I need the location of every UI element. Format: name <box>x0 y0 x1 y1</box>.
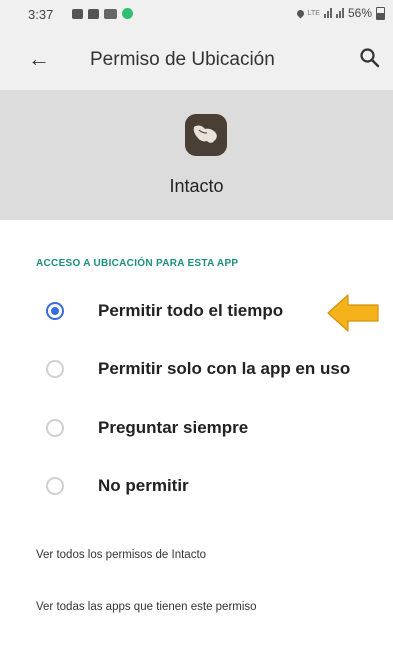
radio-dot <box>51 307 59 315</box>
option-label: No permitir <box>98 476 189 495</box>
status-indicators: LTE 56% <box>295 6 385 20</box>
status-bar: 3:37 LTE 56% <box>0 0 393 28</box>
signal-icon <box>323 8 332 18</box>
page-title: Permiso de Ubicación <box>90 49 275 70</box>
location-icon <box>295 8 306 18</box>
search-icon <box>360 48 380 68</box>
view-all-apps-link[interactable]: Ver todas las apps que tienen este permi… <box>36 600 286 615</box>
option-label: Preguntar siempre <box>98 418 249 437</box>
radio-unselected[interactable] <box>46 477 64 495</box>
gallery-icon <box>72 8 83 19</box>
radio-selected[interactable] <box>46 302 64 320</box>
search-button[interactable] <box>357 45 383 71</box>
chat-icon <box>88 8 99 19</box>
view-all-permissions-link[interactable]: Ver todos los permisos de Intacto <box>36 548 206 563</box>
radio-unselected[interactable] <box>46 419 64 437</box>
map-icon <box>185 114 227 156</box>
battery-icon <box>376 6 385 20</box>
option-label: Permitir solo con la app en uso <box>98 359 351 378</box>
notification-icons <box>72 8 133 19</box>
arrow-back-icon: ← <box>28 46 50 71</box>
app-header: Intacto <box>0 90 393 220</box>
status-time: 3:37 <box>28 7 54 22</box>
section-label: ACCESO A UBICACIÓN PARA ESTA APP <box>36 258 239 269</box>
mail-icon <box>104 8 117 19</box>
app-name: Intacto <box>169 176 224 196</box>
battery-percent: 56% <box>347 6 372 20</box>
back-button[interactable]: ← <box>24 44 54 74</box>
arrow-left-icon <box>327 294 379 332</box>
option-allow-in-use[interactable]: Permitir solo con la app en uso <box>0 346 393 396</box>
option-ask-always[interactable]: Preguntar siempre <box>0 405 393 455</box>
radio-unselected[interactable] <box>46 360 64 378</box>
network-type: LTE <box>307 9 320 17</box>
app-bar: ← Permiso de Ubicación <box>0 28 393 90</box>
signal-icon-2 <box>335 8 344 18</box>
option-label: Permitir todo el tiempo <box>98 301 284 320</box>
option-deny[interactable]: No permitir <box>0 463 393 513</box>
app-icon <box>122 8 133 19</box>
